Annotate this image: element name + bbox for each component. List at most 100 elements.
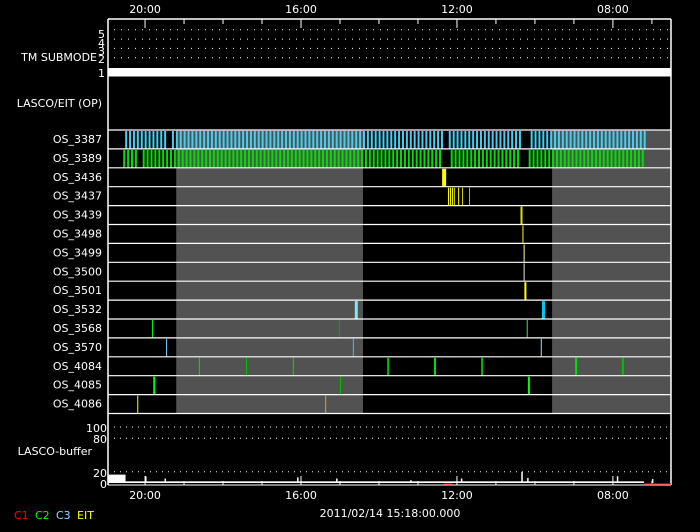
observation-bar: [390, 131, 393, 149]
observation-bar: [530, 131, 533, 149]
observation-bar: [265, 131, 268, 149]
observation-bar: [485, 149, 488, 168]
observation-bar: [505, 149, 508, 168]
observation-bar: [277, 131, 280, 149]
observation-bar: [392, 149, 395, 168]
op-panel-label: LASCO/EIT (OP): [17, 97, 102, 110]
observation-bar: [136, 131, 139, 149]
observation-bar: [591, 149, 594, 168]
buffer-y-tick: 20: [93, 467, 107, 480]
observation-bar: [177, 149, 180, 168]
observation-bar: [624, 131, 627, 149]
observation-mark: [352, 338, 354, 357]
observation-bar: [205, 149, 208, 168]
legend-eit: EIT: [77, 509, 94, 522]
observation-bar: [516, 149, 519, 168]
observation-bar: [195, 131, 198, 149]
observation-bar: [296, 131, 299, 149]
observation-mark: [453, 187, 455, 206]
observation-bar: [423, 149, 426, 168]
legend-c2: C2: [35, 509, 50, 522]
observation-bar: [267, 149, 270, 168]
observation-bar: [567, 149, 570, 168]
observation-bar: [632, 131, 635, 149]
observation-bar: [349, 149, 352, 168]
observation-bar: [635, 131, 638, 149]
observation-mark: [481, 357, 484, 376]
observation-bar: [327, 131, 330, 149]
observation-bar: [308, 131, 311, 149]
buffer-spike: [145, 476, 147, 483]
observation-bar: [156, 131, 159, 149]
observation-bar: [581, 131, 584, 149]
observation-bar: [460, 131, 463, 149]
observation-bar: [238, 131, 241, 149]
observation-bar: [164, 131, 167, 149]
observation-bar: [230, 131, 233, 149]
observation-bar: [411, 149, 414, 168]
observation-bar: [247, 149, 250, 168]
observation-bar: [210, 131, 213, 149]
observation-bar: [259, 149, 262, 168]
observation-bar: [127, 149, 130, 168]
submode-label: TM SUBMODE: [20, 51, 97, 64]
buffer-spike: [460, 478, 463, 483]
observation-bar: [380, 149, 383, 168]
observation-bar: [437, 131, 440, 149]
observation-bar: [594, 149, 597, 168]
observation-bar: [314, 149, 317, 168]
observation-mark: [458, 187, 460, 206]
observation-bar: [542, 131, 545, 149]
row-label: OS_3436: [53, 171, 102, 184]
observation-bar: [450, 149, 453, 168]
observation-bar: [620, 131, 623, 149]
observation-bar: [499, 131, 502, 149]
observation-bar: [152, 131, 155, 149]
observation-bar: [509, 149, 512, 168]
observation-bar: [320, 131, 323, 149]
observation-bar: [622, 149, 625, 168]
observation-bar: [544, 149, 547, 168]
observation-bar: [374, 131, 377, 149]
observation-bar: [294, 149, 297, 168]
observation-bar: [222, 131, 225, 149]
observation-mark: [442, 168, 447, 187]
observation-bar: [559, 149, 562, 168]
observation-bar: [333, 149, 336, 168]
observation-bar: [478, 149, 481, 168]
buffer-label: LASCO-buffer: [18, 445, 93, 458]
observation-bar: [228, 149, 231, 168]
observation-bar: [552, 149, 555, 168]
row-label: OS_4084: [53, 360, 102, 373]
observation-bar: [263, 149, 266, 168]
observation-mark: [433, 357, 436, 376]
observation-bar: [616, 131, 619, 149]
observation-bar: [589, 131, 592, 149]
observation-bar: [587, 149, 590, 168]
observation-bar: [396, 149, 399, 168]
buffer-fill-block: [108, 474, 126, 483]
observation-bar: [181, 149, 184, 168]
observation-bar: [355, 131, 358, 149]
observation-bar: [193, 149, 196, 168]
observation-bar: [608, 131, 611, 149]
observation-bar: [281, 131, 284, 149]
observation-bar: [347, 131, 350, 149]
observation-bar: [472, 131, 475, 149]
observation-bar: [134, 149, 137, 168]
observation-bar: [435, 149, 438, 168]
observation-bar: [132, 131, 135, 149]
observation-bar: [626, 149, 629, 168]
observation-bar: [131, 149, 134, 168]
observation-bar: [361, 149, 364, 168]
observation-mark: [462, 187, 464, 206]
observation-bar: [474, 149, 477, 168]
observation-mark: [137, 395, 139, 414]
observation-bar: [501, 149, 504, 168]
observation-bar: [148, 131, 151, 149]
observation-mark: [527, 376, 530, 395]
observation-bar: [253, 131, 256, 149]
observation-bar: [269, 131, 272, 149]
observation-bar: [123, 149, 126, 168]
observation-bar: [275, 149, 278, 168]
